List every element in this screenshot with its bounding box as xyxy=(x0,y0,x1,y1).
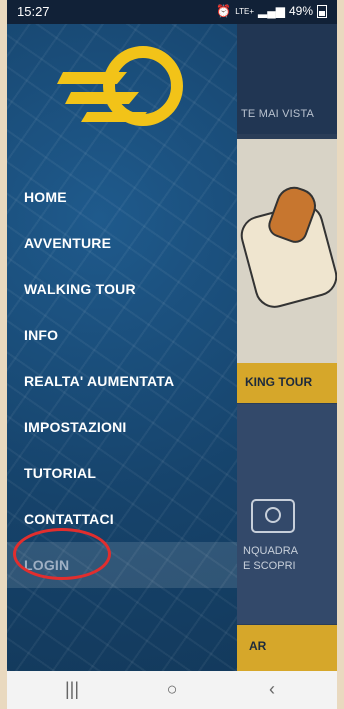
battery-icon xyxy=(317,4,327,18)
home-icon[interactable]: ○ xyxy=(157,679,187,700)
menu-item-walking-tour[interactable]: WALKING TOUR xyxy=(7,266,237,312)
app-logo xyxy=(57,46,183,126)
signal-icon: ▂▄▆ xyxy=(258,4,285,18)
drawer-menu: HOME AVVENTURE WALKING TOUR INFO REALTA'… xyxy=(7,174,237,588)
menu-item-avventure[interactable]: AVVENTURE xyxy=(7,220,237,266)
status-bar: 15:27 ⏰ LTE+ ▂▄▆ 49% xyxy=(7,0,337,24)
menu-item-tutorial[interactable]: TUTORIAL xyxy=(7,450,237,496)
camera-panel[interactable]: NQUADRA E SCOPRI xyxy=(237,404,337,624)
ar-label: AR xyxy=(249,639,267,653)
menu-item-info[interactable]: INFO xyxy=(7,312,237,358)
alarm-icon: ⏰ xyxy=(216,4,232,18)
status-time: 15:27 xyxy=(17,4,50,19)
walking-tour-label: KING TOUR xyxy=(245,375,313,389)
phone-screen: 15:27 ⏰ LTE+ ▂▄▆ 49% TE MAI VISTA KING T… xyxy=(7,0,337,671)
camera-text-line1: NQUADRA xyxy=(243,545,299,557)
camera-text-line2: E SCOPRI xyxy=(243,560,296,572)
top-banner-text: TE MAI VISTA xyxy=(241,108,315,120)
illustration xyxy=(236,139,337,364)
menu-item-realta-aumentata[interactable]: REALTA' AUMENTATA xyxy=(7,358,237,404)
back-icon[interactable]: ‹ xyxy=(257,679,287,700)
camera-icon xyxy=(251,499,295,533)
ar-button[interactable]: AR xyxy=(237,625,337,671)
camera-text: NQUADRA E SCOPRI xyxy=(243,544,298,574)
status-icons: ⏰ LTE+ ▂▄▆ 49% xyxy=(216,4,327,18)
signal-label: LTE+ xyxy=(235,6,254,16)
android-nav-bar: ||| ○ ‹ xyxy=(7,671,337,709)
login-highlight-circle xyxy=(13,528,111,580)
background-screen: TE MAI VISTA KING TOUR NQUADRA E SCOPRI … xyxy=(236,24,337,671)
battery-percent: 49% xyxy=(288,4,313,18)
recent-apps-icon[interactable]: ||| xyxy=(57,679,87,700)
walking-tour-button[interactable]: KING TOUR xyxy=(237,363,337,403)
menu-item-home[interactable]: HOME xyxy=(7,174,237,220)
menu-item-impostazioni[interactable]: IMPOSTAZIONI xyxy=(7,404,237,450)
